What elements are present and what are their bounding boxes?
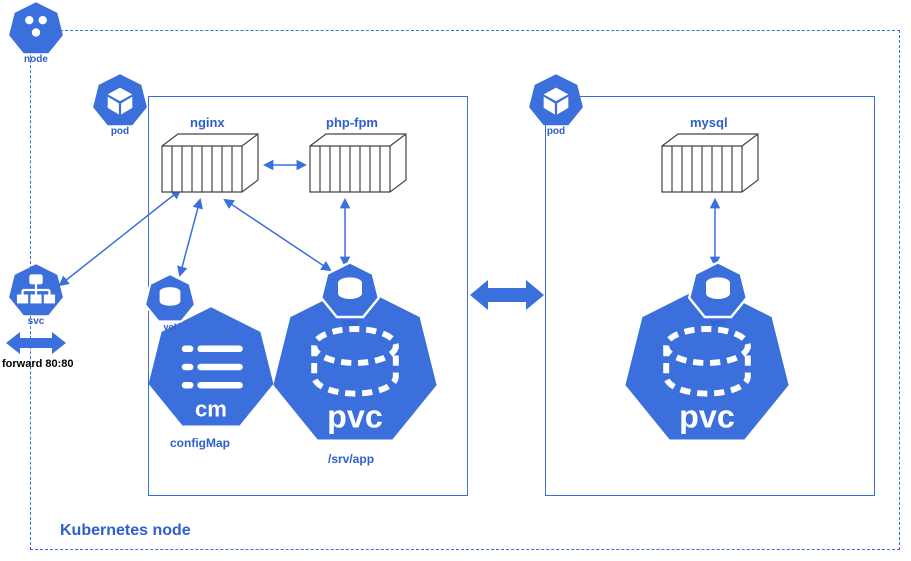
mysql-container-icon (660, 132, 760, 194)
svc-icon: svc (8, 262, 64, 318)
mysql-label: mysql (690, 115, 728, 130)
node-icon: node (8, 0, 64, 56)
forward-arrow-icon (6, 330, 66, 356)
pod-1-icon: pod (92, 72, 148, 128)
vol-pvc-pod2-label: vol (688, 318, 748, 329)
pod-2-label: pod (528, 126, 584, 137)
vol-pvc-pod1-label: vol (320, 318, 380, 329)
vol-pvc-pod2-icon: vol (688, 260, 748, 320)
php-fpm-label: php-fpm (326, 115, 378, 130)
svg-text:cm: cm (195, 396, 227, 421)
kubernetes-node-title: Kubernetes node (60, 522, 191, 540)
svg-text:pvc: pvc (679, 399, 735, 435)
php-fpm-container-icon (308, 132, 408, 194)
vol-pvc-pod1-icon: vol (320, 260, 380, 320)
forward-label: forward 80:80 (2, 358, 74, 370)
pod-2-icon: pod (528, 72, 584, 128)
svg-text:pvc: pvc (327, 399, 383, 435)
pvc-pod1-sub-label: /srv/app (328, 452, 374, 466)
vol-cm-label: vol (144, 322, 196, 332)
nginx-label: nginx (190, 115, 225, 130)
configmap-sub-label: configMap (170, 436, 230, 450)
node-label: node (8, 54, 64, 65)
pod-link-arrow-icon (470, 278, 544, 312)
vol-cm-icon: vol (144, 272, 196, 324)
svc-label: svc (8, 316, 64, 327)
nginx-container-icon (160, 132, 260, 194)
pod-1-label: pod (92, 126, 148, 137)
